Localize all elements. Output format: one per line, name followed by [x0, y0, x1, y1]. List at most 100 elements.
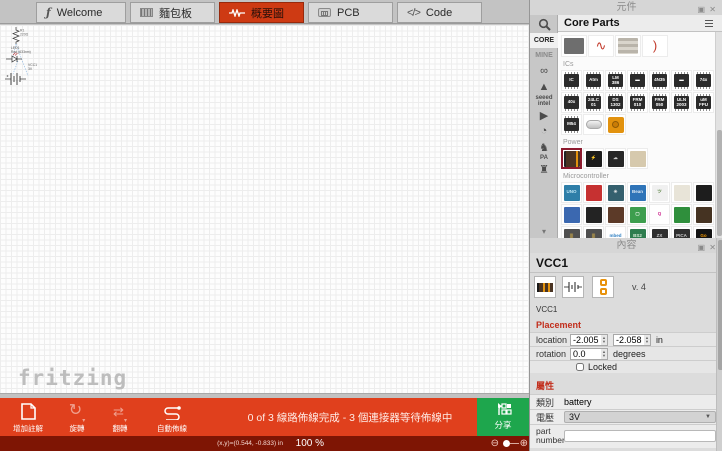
zoom-slider-track[interactable] [510, 443, 519, 444]
bin-tab-brand-circle[interactable]: ◔ [530, 123, 558, 139]
bin-scrollbar[interactable] [715, 32, 722, 238]
bin-tab-sparkfun[interactable]: ▲ [530, 79, 558, 95]
bin-tab-mine[interactable]: MINE [530, 48, 558, 63]
code-icon: </> [407, 7, 420, 19]
placement-header: Placement [536, 320, 722, 330]
part-q-board[interactable]: Q [649, 204, 670, 225]
part-bs2[interactable]: BS2 [627, 226, 648, 238]
part-striped-board-2[interactable]: ||| [583, 226, 604, 238]
part-sparkcore[interactable]: ✳ [605, 182, 626, 203]
rotation-spinbox[interactable]: ▲▼ [570, 348, 608, 360]
inspector-scrollbar-thumb[interactable] [718, 240, 722, 370]
pcb-view-icon[interactable] [592, 276, 614, 298]
bin-nav-scroll-down-icon[interactable]: ▾ [530, 227, 558, 236]
tab-pcb[interactable]: PCB [308, 2, 393, 23]
part-40x[interactable]: 40x [561, 92, 582, 113]
part-24lc01[interactable]: 24LC 01 [583, 92, 604, 113]
part-number-label: part number [530, 427, 564, 446]
part-bendable-wire[interactable]: ) [642, 35, 668, 57]
part-go[interactable]: Go [693, 226, 714, 238]
spin-arrows[interactable]: ▲▼ [644, 335, 650, 345]
tab-welcome[interactable]: ƒ Welcome [36, 2, 126, 23]
bin-tab-brand-play[interactable]: ▶ [530, 107, 558, 123]
part-bean[interactable]: Bean [627, 182, 648, 203]
part-battery-9v[interactable]: ⚡ [583, 148, 604, 169]
part-fram010[interactable]: FRM 010 [627, 92, 648, 113]
share-button[interactable]: 分享 [477, 398, 529, 436]
part-green-board[interactable] [671, 204, 692, 225]
part-battery-aa[interactable] [561, 148, 582, 169]
part-nano[interactable] [561, 204, 582, 225]
part-striped-board-1[interactable]: ||| [561, 226, 582, 238]
schematic-circuit[interactable]: R1 220Ω LED1 Red (633nm) VCC1 3V [4, 26, 50, 92]
tab-schematic[interactable]: 概要圖 [219, 2, 304, 23]
part-m54[interactable]: M54 [561, 114, 582, 135]
autoroute-button[interactable]: 自動佈線 [148, 402, 196, 434]
part-mbed[interactable]: mbed [605, 226, 626, 238]
part-arduino-uno[interactable]: UNO [561, 182, 582, 203]
location-x-spinbox[interactable]: ▲▼ [570, 334, 608, 346]
inspector-scrollbar[interactable] [716, 238, 722, 451]
location-x-input[interactable] [571, 335, 601, 345]
parts-dock-header: 元件 ▣ ✕ [530, 0, 722, 15]
part-ruler[interactable] [615, 35, 641, 57]
part-umfpu[interactable]: uM FPU [693, 92, 714, 113]
bin-menu-icon[interactable] [705, 20, 713, 27]
part-redboard[interactable] [583, 182, 604, 203]
led-value: Red (633nm) [11, 50, 31, 54]
part-atmel[interactable]: Atm [583, 70, 604, 91]
bin-tab-search[interactable] [530, 15, 558, 33]
part-soic[interactable]: ▬ [627, 70, 648, 91]
part-green-module[interactable]: ▢ [627, 204, 648, 225]
part-brown-board[interactable] [605, 204, 626, 225]
part-esp-board[interactable] [693, 204, 714, 225]
part-zx[interactable]: ZX [649, 226, 670, 238]
location-y-spinbox[interactable]: ▲▼ [613, 334, 651, 346]
part-dark-board[interactable] [583, 204, 604, 225]
part-ic[interactable]: IC [561, 70, 582, 91]
add-note-button[interactable]: 增加註解 [7, 402, 49, 434]
spin-arrows[interactable]: ▲▼ [601, 349, 607, 359]
part-uln2003[interactable]: ULN 2003 [671, 92, 692, 113]
voltage-dropdown[interactable]: 3V ▼ [564, 411, 716, 423]
schematic-canvas[interactable]: R1 220Ω LED1 Red (633nm) VCC1 3V [0, 25, 529, 393]
dock-float-icon[interactable]: ▣ [697, 240, 705, 255]
spin-arrows[interactable]: ▲▼ [601, 335, 607, 345]
tab-code[interactable]: </> Code [397, 2, 482, 23]
part-mystery[interactable] [561, 35, 587, 57]
location-y-input[interactable] [614, 335, 644, 345]
part-pica[interactable]: PICA [671, 226, 692, 238]
part-number-input[interactable] [564, 430, 716, 442]
bin-tab-core[interactable]: CORE [530, 33, 558, 48]
part-4n35[interactable]: 4N35 [649, 70, 670, 91]
part-fram050[interactable]: FRM 050 [649, 92, 670, 113]
bin-scrollbar-thumb[interactable] [717, 130, 722, 236]
part-coin-cell[interactable] [627, 148, 648, 169]
part-74x[interactable]: 74x [693, 70, 714, 91]
bin-tab-brand-animal[interactable]: ♞ [530, 139, 558, 155]
flip-button[interactable]: ⇄▾ 翻轉 [100, 402, 140, 434]
part-trimpot[interactable] [605, 114, 626, 135]
breadboard-view-icon[interactable] [534, 276, 556, 298]
zoom-out-icon[interactable]: ⊖ [491, 438, 499, 449]
bin-tab-arduino[interactable]: ∞ [530, 63, 558, 79]
rotate-button[interactable]: ↻▾ 旋轉 [57, 402, 97, 434]
part-wire[interactable]: ∿ [588, 35, 614, 57]
schematic-view-icon[interactable] [562, 276, 584, 298]
tab-breadboard[interactable]: 麵包板 [130, 2, 215, 23]
rotation-input[interactable] [571, 349, 601, 359]
part-black-board[interactable] [693, 182, 714, 203]
part-crystal[interactable] [583, 114, 604, 135]
part-battery-pack[interactable]: ☁ [605, 148, 626, 169]
zoom-slider-handle[interactable] [503, 440, 510, 447]
part-ds1302[interactable]: DS 1302 [605, 92, 626, 113]
part-perfboard[interactable] [671, 182, 692, 203]
bin-tab-brand-bull[interactable]: ♜ [530, 161, 558, 177]
part-number-row: part number [530, 424, 722, 448]
zoom-in-icon[interactable]: ⊕ [520, 438, 528, 449]
part-smt[interactable]: ▬ [671, 70, 692, 91]
part-lm386[interactable]: LM 386 [605, 70, 626, 91]
part-pinoccio[interactable]: ツ [649, 182, 670, 203]
dock-close-icon[interactable]: ✕ [709, 240, 716, 255]
locked-checkbox[interactable] [576, 363, 584, 371]
